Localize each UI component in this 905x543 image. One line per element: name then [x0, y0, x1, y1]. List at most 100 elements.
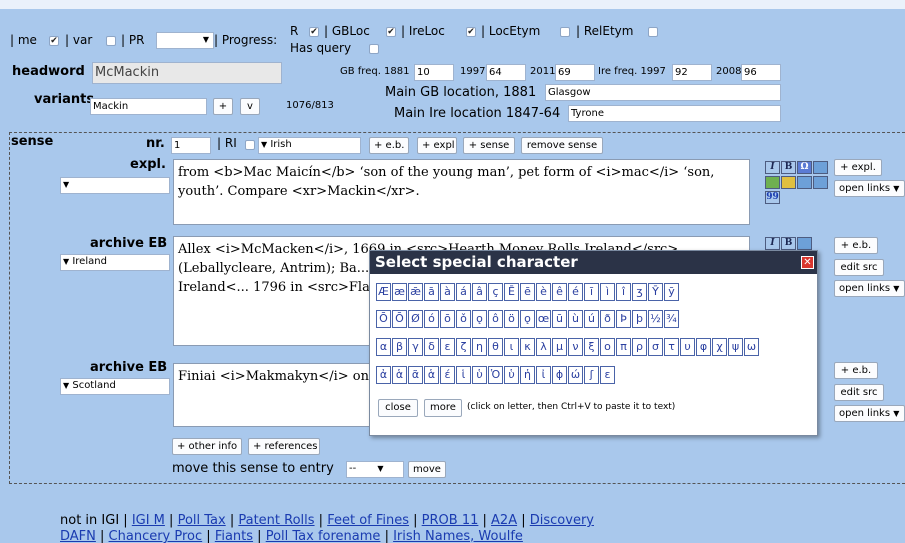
special-char-button[interactable]: ἁ	[392, 366, 407, 384]
variants-input[interactable]: Mackin	[90, 98, 207, 115]
add-expl-button[interactable]: + expl	[417, 137, 457, 154]
bold-icon[interactable]: B	[781, 237, 796, 250]
add-references-button[interactable]: + references	[248, 438, 320, 455]
a2a-link[interactable]: A2A	[491, 513, 517, 528]
special-char-button[interactable]: ᾶ	[408, 366, 423, 384]
special-char-button[interactable]: ā	[424, 283, 439, 301]
v-button[interactable]: v	[240, 98, 260, 115]
pencil-icon[interactable]	[781, 176, 796, 189]
expl-select[interactable]: ▼	[60, 177, 170, 194]
special-char-button[interactable]: ε	[440, 338, 455, 356]
omega-icon[interactable]: Ω	[797, 161, 812, 174]
special-char-button[interactable]: ἱ	[456, 366, 471, 384]
ri-checkbox[interactable]	[245, 140, 255, 150]
special-char-button[interactable]: θ	[488, 338, 503, 356]
special-char-button[interactable]: œ	[536, 310, 551, 328]
special-char-button[interactable]: ð	[600, 310, 615, 328]
special-char-button[interactable]: ἁ	[424, 366, 439, 384]
special-char-button[interactable]: ἀ	[376, 366, 391, 384]
special-char-button[interactable]: é	[568, 283, 583, 301]
close-button[interactable]: close	[378, 399, 418, 417]
plus-eb-button-1[interactable]: + e.b.	[834, 237, 878, 254]
special-char-button[interactable]: ʒ	[632, 283, 647, 301]
special-char-button[interactable]: á	[456, 283, 471, 301]
pr-select[interactable]: ▼	[156, 32, 214, 49]
discovery-link[interactable]: Discovery	[530, 513, 594, 528]
open-links-button-3[interactable]: open links ▼	[834, 405, 905, 422]
main-gb-location-input[interactable]: Glasgow	[545, 84, 781, 101]
special-char-button[interactable]: ô	[488, 310, 503, 328]
special-char-button[interactable]: î	[616, 283, 631, 301]
add-other-info-button[interactable]: + other info	[172, 438, 242, 455]
add-variant-button[interactable]: +	[213, 98, 233, 115]
chancery-proc-link[interactable]: Chancery Proc	[109, 529, 203, 543]
special-char-button[interactable]: ὑ	[472, 366, 487, 384]
poll-tax-link[interactable]: Poll Tax	[178, 513, 226, 528]
edit-src-button-1[interactable]: edit src	[834, 259, 884, 276]
special-char-button[interactable]: â	[472, 283, 487, 301]
special-char-button[interactable]: ǫ	[520, 310, 535, 328]
add-eb-button[interactable]: + e.b.	[369, 137, 409, 154]
special-char-button[interactable]: τ	[664, 338, 679, 356]
me-checkbox[interactable]: ✔	[49, 36, 59, 46]
feet-of-fines-link[interactable]: Feet of Fines	[327, 513, 409, 528]
special-char-button[interactable]: ν	[568, 338, 583, 356]
link-icon[interactable]	[765, 176, 780, 189]
special-char-button[interactable]: φ	[696, 338, 711, 356]
special-char-button[interactable]: ι	[504, 338, 519, 356]
special-char-button[interactable]: Þ	[616, 310, 631, 328]
special-char-button[interactable]: ǣ	[408, 283, 423, 301]
special-char-button[interactable]: ω	[744, 338, 759, 356]
special-char-button[interactable]: ê	[552, 283, 567, 301]
more-button[interactable]: more	[424, 399, 462, 417]
special-char-button[interactable]: Æ	[376, 283, 391, 301]
patent-rolls-link[interactable]: Patent Rolls	[238, 513, 314, 528]
special-char-button[interactable]: ū	[552, 310, 567, 328]
special-char-button[interactable]: þ	[632, 310, 647, 328]
close-icon[interactable]: ✕	[801, 256, 814, 269]
doc-icon[interactable]	[797, 176, 812, 189]
language-select[interactable]: ▼ Irish	[258, 137, 361, 154]
special-char-button[interactable]: ì	[600, 283, 615, 301]
special-char-button[interactable]: ɛ	[600, 366, 615, 384]
omega-icon[interactable]	[797, 237, 812, 250]
ire-freq-1997-input[interactable]: 92	[672, 64, 712, 81]
poll-tax-forename-link[interactable]: Poll Tax forename	[266, 529, 381, 543]
special-char-button[interactable]: ο	[600, 338, 615, 356]
special-char-button[interactable]: Ē	[504, 283, 519, 301]
special-char-button[interactable]: ϕ	[552, 366, 567, 384]
special-char-button[interactable]: Ō	[376, 310, 391, 328]
special-char-button[interactable]: ¾	[664, 310, 679, 328]
special-char-button[interactable]: è	[536, 283, 551, 301]
special-char-button[interactable]: Ō	[392, 310, 407, 328]
doc2-icon[interactable]	[813, 176, 828, 189]
special-char-button[interactable]: β	[392, 338, 407, 356]
gb-freq-2011-input[interactable]: 69	[555, 64, 595, 81]
special-char-button[interactable]: ö	[504, 310, 519, 328]
prob-11-link[interactable]: PROB 11	[422, 513, 479, 528]
main-ire-location-input[interactable]: Tyrone	[568, 105, 781, 122]
reletym-checkbox[interactable]	[648, 27, 658, 37]
special-char-button[interactable]: Ø	[408, 310, 423, 328]
open-links-button-2[interactable]: open links ▼	[834, 280, 905, 297]
special-char-button[interactable]: μ	[552, 338, 567, 356]
special-char-button[interactable]: ρ	[632, 338, 647, 356]
remove-sense-button[interactable]: remove sense	[521, 137, 603, 154]
special-char-button[interactable]: χ	[712, 338, 727, 356]
fiants-link[interactable]: Fiants	[215, 529, 253, 543]
italic-icon[interactable]: I	[765, 237, 780, 250]
gb-freq-1997-input[interactable]: 64	[486, 64, 526, 81]
edit-src-button-2[interactable]: edit src	[834, 384, 884, 401]
special-char-button[interactable]: α	[376, 338, 391, 356]
note-icon[interactable]	[813, 161, 828, 174]
special-char-button[interactable]: ó	[424, 310, 439, 328]
special-char-button[interactable]: ù	[568, 310, 583, 328]
special-char-button[interactable]: ē	[520, 283, 535, 301]
special-char-button[interactable]: ō	[440, 310, 455, 328]
special-char-button[interactable]: η	[472, 338, 487, 356]
special-char-button[interactable]: σ	[648, 338, 663, 356]
special-char-button[interactable]: ψ	[728, 338, 743, 356]
special-char-button[interactable]: ὑ	[504, 366, 519, 384]
special-char-button[interactable]: ȳ	[664, 283, 679, 301]
bold-icon[interactable]: B	[781, 161, 796, 174]
